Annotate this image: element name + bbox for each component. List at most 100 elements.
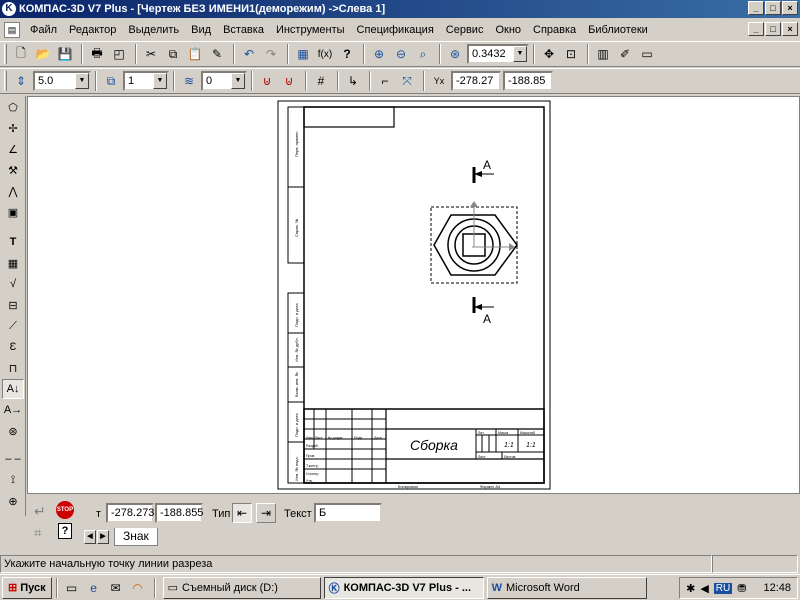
cursor-y-field[interactable]: -188.85 (503, 71, 553, 91)
menu-edit[interactable]: Редактор (63, 24, 122, 36)
menu-tools[interactable]: Инструменты (270, 24, 351, 36)
drawing-workspace[interactable]: Перв. примен. Справ. № Подп. и дата Инв.… (27, 96, 800, 494)
select-icon[interactable]: ⋀ (2, 181, 24, 201)
zoom-out-icon[interactable]: ⊖ (391, 44, 411, 64)
rotation-icon[interactable]: ⊛ (2, 421, 24, 441)
network-icon[interactable]: ⛃ (737, 582, 746, 595)
minimize-button[interactable]: _ (748, 1, 764, 15)
cursor-icon[interactable]: ⤧ (397, 71, 417, 91)
print-icon[interactable]: 🖶 (87, 44, 107, 64)
cursor-x-field[interactable]: -278.27 (451, 71, 501, 91)
step-icon[interactable]: ⇕ (11, 71, 31, 91)
help-icon[interactable]: ? (337, 44, 357, 64)
new-icon[interactable]: 🗋 (11, 44, 31, 64)
maximize-button[interactable]: □ (765, 1, 781, 15)
position-icon[interactable]: ⊓ (2, 358, 24, 378)
menu-window[interactable]: Окно (489, 24, 527, 36)
table-icon[interactable]: ▦ (2, 253, 24, 273)
menu-help[interactable]: Справка (527, 24, 582, 36)
point-x-field[interactable]: -278.273 (106, 503, 154, 523)
leader-icon[interactable]: ⟋ (2, 316, 24, 336)
layer-combo[interactable]: 1 ▼ (123, 71, 169, 91)
type-left-icon[interactable]: ⇤ (232, 503, 252, 523)
snap-local-icon[interactable]: ⊍ (279, 71, 299, 91)
preview-icon[interactable]: ◰ (109, 44, 129, 64)
stop-icon[interactable]: STOP (56, 501, 74, 519)
media-icon[interactable]: ◠ (128, 578, 148, 598)
point-y-field[interactable]: -188.855 (155, 503, 203, 523)
cut-icon[interactable]: ✂ (141, 44, 161, 64)
menu-specification[interactable]: Спецификация (351, 24, 440, 36)
open-icon[interactable]: 📂 (33, 44, 53, 64)
doc-minimize-button[interactable]: _ (748, 22, 764, 36)
task-removable-disk[interactable]: ▭ Съемный диск (D:) (162, 576, 321, 599)
start-button[interactable]: ⊞ Пуск (2, 576, 52, 599)
style-combo[interactable]: 0 ▼ (201, 71, 247, 91)
undo-icon[interactable]: ↶ (239, 44, 259, 64)
menu-view[interactable]: Вид (185, 24, 217, 36)
document-icon[interactable]: ▤ (4, 22, 20, 38)
enter-icon[interactable]: ↵ (34, 503, 46, 520)
tab-next-icon[interactable]: ▶ (97, 530, 109, 544)
bug-icon[interactable]: ✱ (686, 582, 695, 595)
speaker-icon[interactable]: ◀ (700, 582, 708, 595)
measure-icon[interactable]: ⚒ (2, 160, 24, 180)
menu-libraries[interactable]: Библиотеки (582, 24, 654, 36)
library-icon[interactable]: ▥ (593, 44, 613, 64)
menu-file[interactable]: Файл (24, 24, 63, 36)
chevron-down-icon[interactable]: ▼ (75, 73, 89, 89)
chevron-down-icon[interactable]: ▼ (231, 73, 245, 89)
redo-icon[interactable]: ↷ (261, 44, 281, 64)
zoom-combo[interactable]: 0.3432 ▼ (467, 44, 529, 64)
roughness-icon[interactable]: √ (2, 274, 24, 294)
doc-close-button[interactable]: × (782, 22, 798, 36)
close-button[interactable]: × (782, 1, 798, 15)
zoom-scale-icon[interactable]: ⊛ (445, 44, 465, 64)
variables-icon[interactable]: ▦ (293, 44, 313, 64)
associations-icon[interactable]: ▣ (2, 202, 24, 222)
section-line-icon[interactable]: A↓ (2, 379, 24, 399)
menu-select[interactable]: Выделить (122, 24, 185, 36)
tab-sign[interactable]: Знак (114, 528, 158, 546)
help-icon[interactable]: ? (58, 523, 72, 539)
menu-insert[interactable]: Вставка (217, 24, 270, 36)
style-icon[interactable]: ≋ (179, 71, 199, 91)
step-combo[interactable]: 5.0 ▼ (33, 71, 91, 91)
zoom-in-icon[interactable]: ⊕ (369, 44, 389, 64)
grid-icon[interactable]: # (311, 71, 331, 91)
manager-icon[interactable]: ✐ (615, 44, 635, 64)
text-icon[interactable]: T (2, 232, 24, 252)
chevron-down-icon[interactable]: ▼ (513, 46, 527, 62)
paste-icon[interactable]: 📋 (185, 44, 205, 64)
pan-icon[interactable]: ✥ (539, 44, 559, 64)
title-bar[interactable]: K КОМПАС-3D V7 Plus - [Чертеж БЕЗ ИМЕНИ1… (0, 0, 800, 18)
tab-prev-icon[interactable]: ◀ (84, 530, 96, 544)
edit-icon[interactable]: ✢ (2, 118, 24, 138)
view-arrow-icon[interactable]: A→ (2, 400, 24, 420)
show-desktop-icon[interactable]: ▭ (62, 578, 82, 598)
text-field[interactable]: Б (314, 503, 382, 523)
axis-icon[interactable]: – – (2, 449, 24, 469)
zoom-window-icon[interactable]: ⌕ (413, 44, 433, 64)
fit-icon[interactable]: ⊡ (561, 44, 581, 64)
break-icon[interactable]: ⟟ (2, 470, 24, 490)
menu-service[interactable]: Сервис (440, 24, 490, 36)
ortho-icon[interactable]: ⌐ (375, 71, 395, 91)
outlook-icon[interactable]: ✉ (106, 578, 126, 598)
snap-magnet-icon[interactable]: ⊍ (257, 71, 277, 91)
format-icon[interactable]: ✎ (207, 44, 227, 64)
function-icon[interactable]: f(x) (315, 44, 335, 64)
coordinate-system-icon[interactable]: ↳ (343, 71, 363, 91)
save-icon[interactable]: 💾 (55, 44, 75, 64)
task-word[interactable]: W Microsoft Word (486, 576, 647, 599)
task-kompas[interactable]: Ⓚ КОМПАС-3D V7 Plus - ... (323, 576, 484, 599)
chevron-down-icon[interactable]: ▼ (153, 73, 167, 89)
base-icon[interactable]: ⊟ (2, 295, 24, 315)
geometry-icon[interactable]: ⬠ (2, 97, 24, 117)
layer-icon[interactable]: ⧉ (101, 71, 121, 91)
fix-point-icon[interactable]: ⌗ (34, 525, 41, 541)
parametrization-icon[interactable]: ∠ (2, 139, 24, 159)
copy-icon[interactable]: ⧉ (163, 44, 183, 64)
type-right-icon[interactable]: ⇥ (256, 503, 276, 523)
doc-restore-button[interactable]: □ (765, 22, 781, 36)
